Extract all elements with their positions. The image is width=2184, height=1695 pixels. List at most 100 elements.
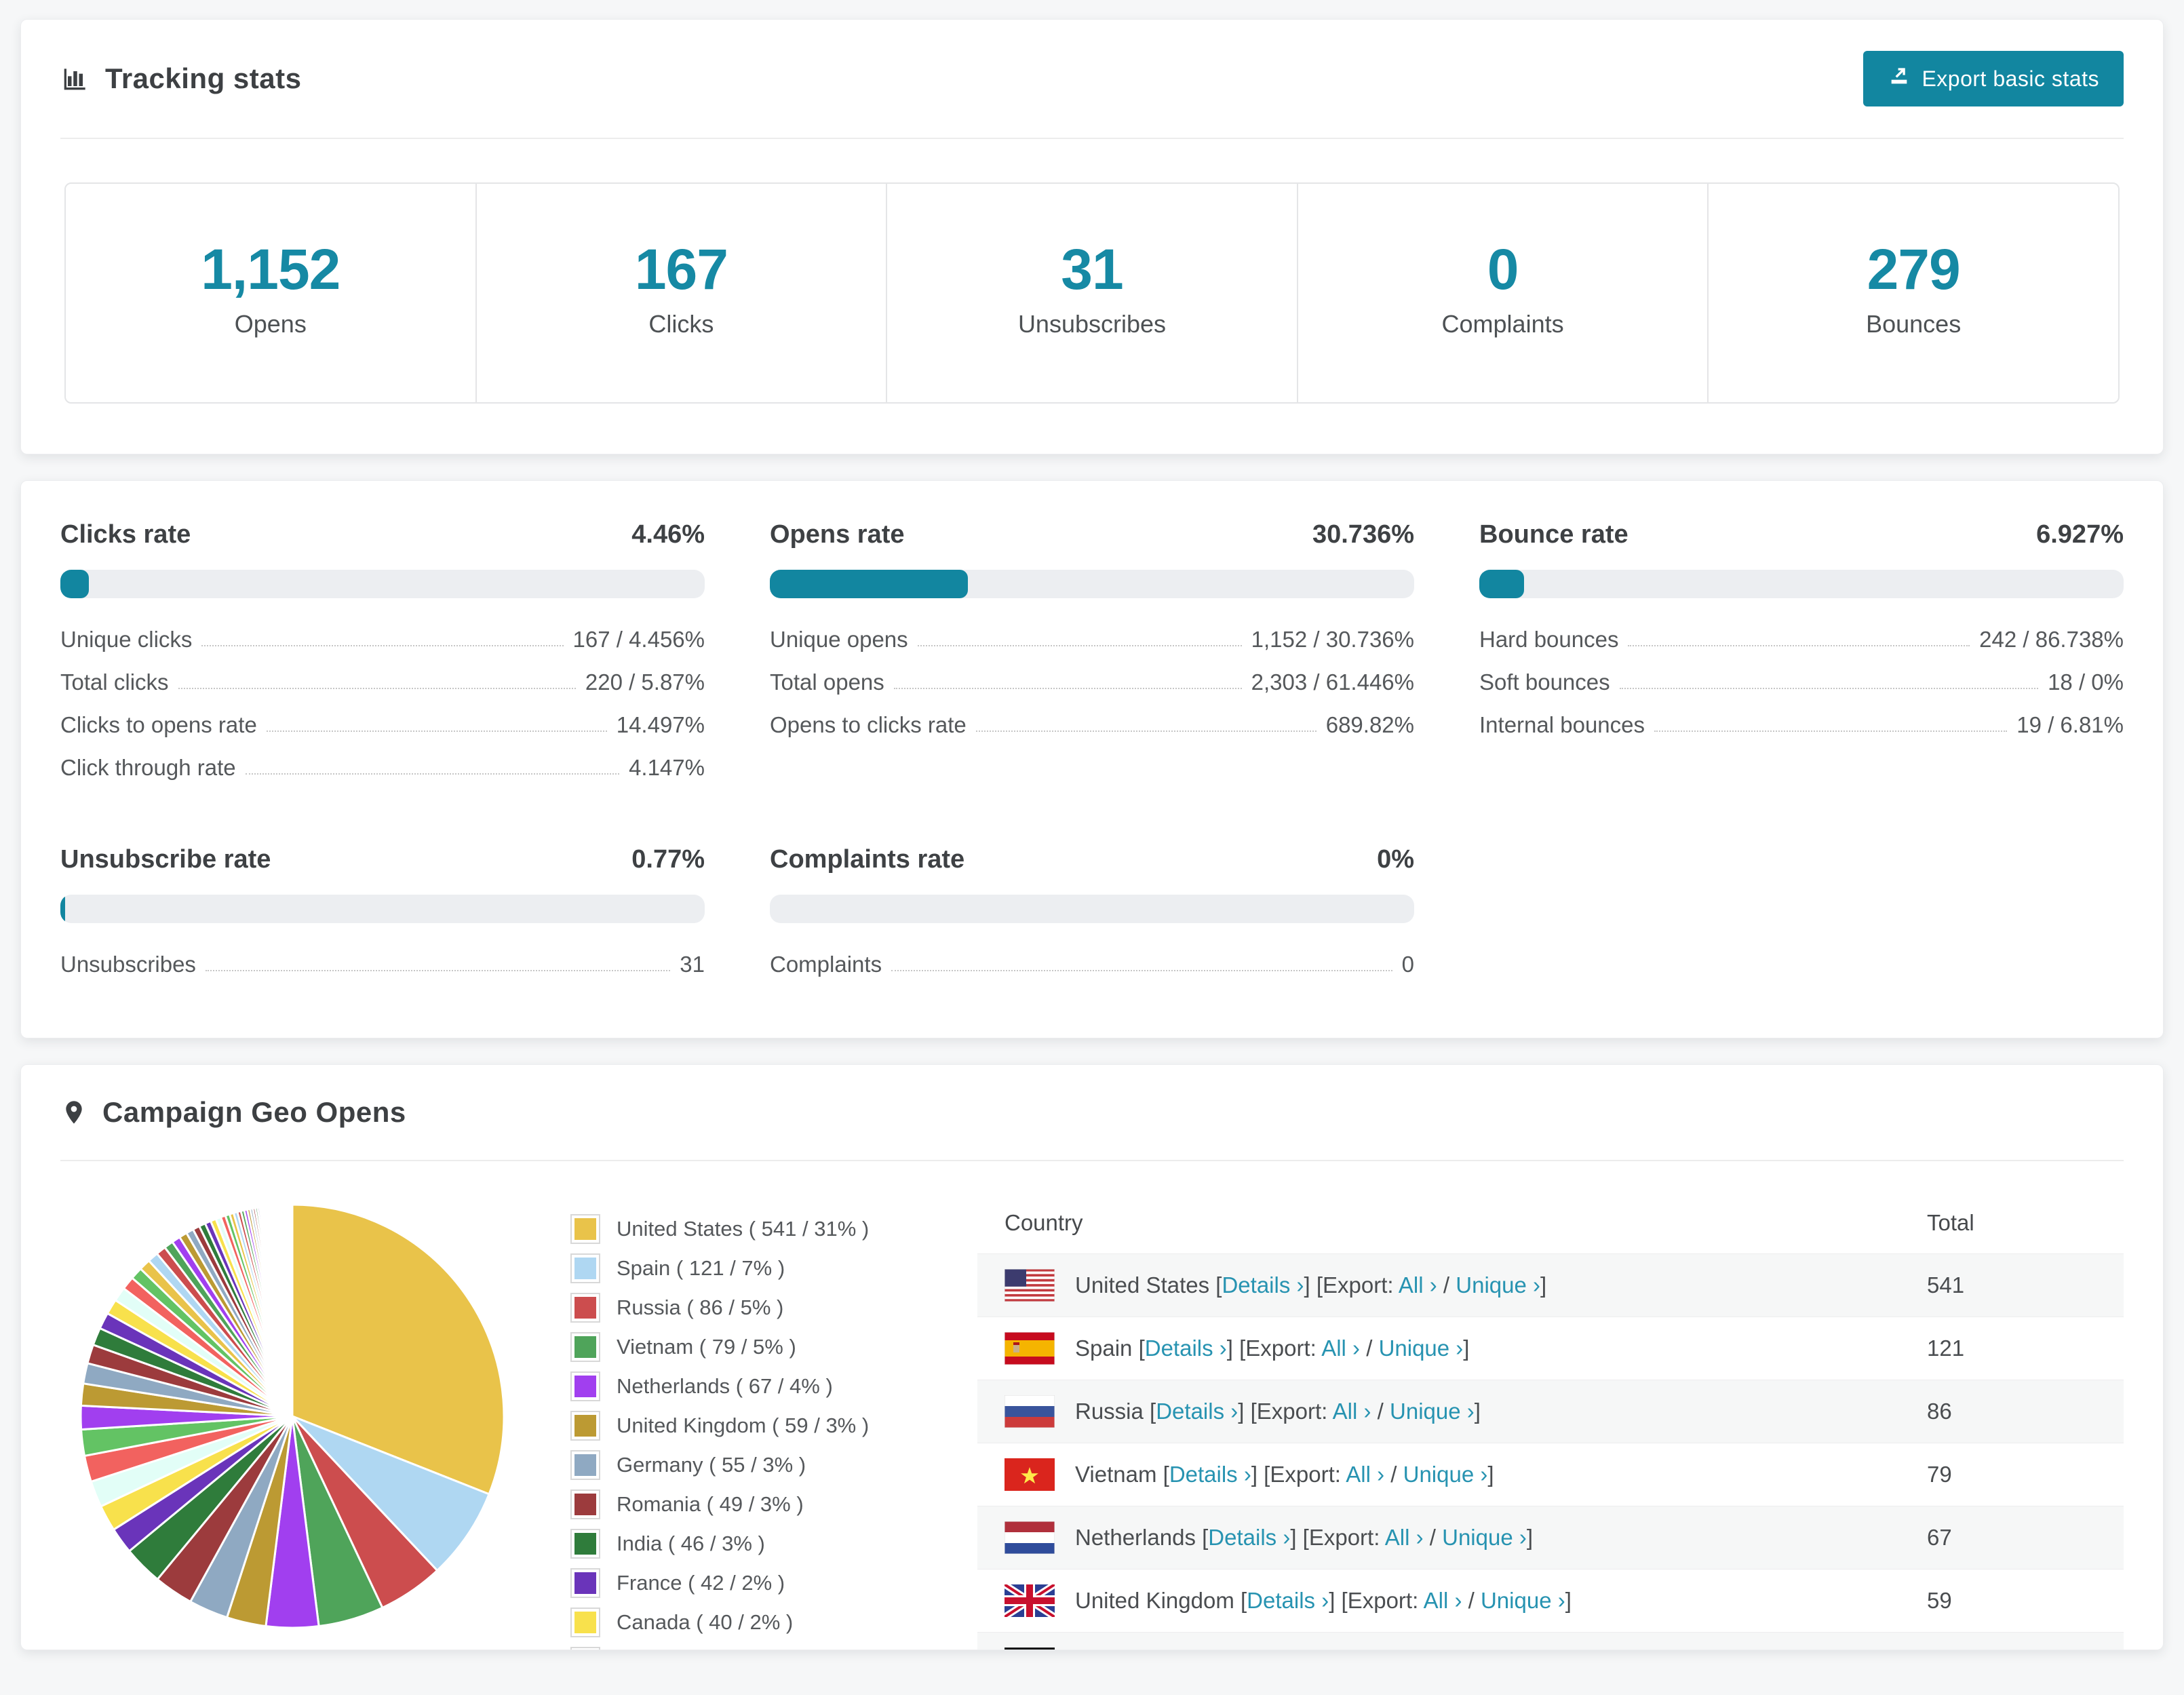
country-name: Netherlands [1075, 1525, 1196, 1550]
summary-stat: 279 Bounces [1707, 184, 2118, 402]
stat-value: 31 [1061, 237, 1123, 301]
geo-header: Campaign Geo Opens [60, 1065, 2124, 1161]
geo-legend: United States ( 541 / 31% ) Spain ( 121 … [570, 1214, 950, 1650]
legend-label: Netherlands ( 67 / 4% ) [617, 1374, 833, 1398]
metric-value: 4.147% [629, 755, 705, 780]
export-unique-link[interactable]: Unique › [1442, 1525, 1527, 1550]
table-row: Germany [Details ›] [Export: All › / Uni… [977, 1632, 2124, 1650]
metric-label: Complaints [770, 952, 882, 977]
metric-leader [1619, 688, 2039, 689]
legend-label: Romania ( 49 / 3% ) [617, 1492, 804, 1516]
metric-label: Total clicks [60, 669, 169, 695]
table-row: Spain [Details ›] [Export: All › / Uniqu… [977, 1317, 2124, 1380]
rate-value: 4.46% [631, 520, 705, 549]
export-basic-stats-button[interactable]: Export basic stats [1863, 51, 2124, 106]
tracking-stats-title-wrap: Tracking stats [60, 62, 301, 95]
export-unique-link[interactable]: Unique › [1390, 1399, 1475, 1424]
legend-label: United Kingdom ( 59 / 3% ) [617, 1414, 870, 1437]
campaign-geo-opens-card: Campaign Geo Opens United States ( 541 /… [20, 1064, 2164, 1650]
export-all-link[interactable]: All › [1346, 1462, 1384, 1487]
rate-value: 0.77% [631, 845, 705, 874]
export-all-link[interactable]: All › [1333, 1399, 1371, 1424]
metric-leader [201, 645, 564, 646]
total-value: 67 [1927, 1525, 1952, 1550]
rate-panel: Bounce rate 6.927% Hard bounces 242 / 86… [1479, 520, 2124, 798]
tracking-stats-title: Tracking stats [105, 62, 302, 94]
details-link[interactable]: Details › [1156, 1399, 1238, 1424]
summary-stats: 1,152 Opens 167 Clicks 31 Unsubscribes 0… [64, 182, 2120, 404]
legend-swatch [570, 1568, 600, 1598]
details-link[interactable]: Details › [1222, 1272, 1304, 1298]
legend-item: Canada ( 40 / 2% ) [570, 1608, 950, 1637]
metric-value: 14.497% [616, 712, 705, 737]
export-all-link[interactable]: All › [1399, 1272, 1437, 1298]
legend-item: Spain ( 121 / 7% ) [570, 1253, 950, 1283]
metric-label: Unsubscribes [60, 952, 196, 977]
metric-value: 31 [680, 952, 705, 977]
country-name: Russia [1075, 1399, 1144, 1424]
metric-leader [917, 645, 1242, 646]
rate-value: 0% [1377, 845, 1414, 874]
legend-swatch [570, 1450, 600, 1480]
rate-progress-track [770, 570, 1414, 598]
legend-item: Romania ( 49 / 3% ) [570, 1489, 950, 1519]
rate-progress-fill [1479, 570, 1524, 598]
export-unique-link[interactable]: Unique › [1403, 1462, 1488, 1487]
table-row: United Kingdom [Details ›] [Export: All … [977, 1569, 2124, 1632]
flag-de-icon [1005, 1648, 1055, 1650]
legend-swatch [570, 1214, 600, 1244]
total-value: 121 [1927, 1336, 1965, 1361]
details-link[interactable]: Details › [1145, 1336, 1227, 1361]
geo-content: United States ( 541 / 31% ) Spain ( 121 … [21, 1161, 2163, 1650]
tracking-stats-header: Tracking stats Export basic stats [60, 20, 2124, 139]
legend-swatch [570, 1253, 600, 1283]
export-unique-link[interactable]: Unique › [1379, 1336, 1464, 1361]
metric-row: Click through rate 4.147% [60, 755, 705, 781]
rate-panel: Clicks rate 4.46% Unique clicks 167 / 4.… [60, 520, 705, 798]
summary-stat: 31 Unsubscribes [886, 184, 1297, 402]
export-unique-link[interactable]: Unique › [1456, 1272, 1540, 1298]
total-value: 541 [1927, 1272, 1965, 1298]
total-value: 79 [1927, 1462, 1952, 1487]
legend-item: Germany ( 55 / 3% ) [570, 1450, 950, 1480]
details-link[interactable]: Details › [1247, 1588, 1329, 1613]
export-all-link[interactable]: All › [1321, 1336, 1360, 1361]
legend-label: Vietnam ( 79 / 5% ) [617, 1335, 796, 1359]
table-row: Russia [Details ›] [Export: All › / Uniq… [977, 1380, 2124, 1443]
map-pin-icon [60, 1097, 87, 1127]
metric-row: Hard bounces 242 / 86.738% [1479, 627, 2124, 652]
country-line: Netherlands [Details ›] [Export: All › /… [1075, 1525, 1534, 1550]
country-name: United States [1075, 1272, 1210, 1298]
country-line: United Kingdom [Details ›] [Export: All … [1075, 1588, 1572, 1613]
geo-title: Campaign Geo Opens [102, 1096, 406, 1128]
rate-title: Bounce rate [1479, 520, 1629, 549]
summary-stat: 1,152 Opens [66, 184, 475, 402]
geo-title-wrap: Campaign Geo Opens [60, 1096, 406, 1129]
metric-value: 689.82% [1325, 712, 1414, 737]
metric-label: Hard bounces [1479, 627, 1619, 652]
export-all-link[interactable]: All › [1385, 1525, 1424, 1550]
geo-pie-chart[interactable] [50, 1192, 543, 1643]
rate-progress-track [60, 895, 705, 923]
rate-title: Unsubscribe rate [60, 845, 271, 874]
legend-label: France ( 42 / 2% ) [617, 1571, 785, 1595]
flag-us-icon [1004, 1268, 1055, 1302]
legend-label: Spain ( 121 / 7% ) [617, 1256, 785, 1280]
details-link[interactable]: Details › [1208, 1525, 1290, 1550]
details-link[interactable]: Details › [1169, 1462, 1251, 1487]
metric-row: Total opens 2,303 / 61.446% [770, 669, 1414, 695]
metric-leader [205, 970, 671, 971]
export-unique-link[interactable]: Unique › [1481, 1588, 1565, 1613]
bar-chart-icon [60, 64, 90, 94]
rate-value: 6.927% [2036, 520, 2124, 549]
export-all-link[interactable]: All › [1424, 1588, 1462, 1613]
metric-label: Click through rate [60, 755, 236, 780]
legend-swatch [570, 1489, 600, 1519]
metric-value: 18 / 0% [2048, 669, 2124, 695]
legend-item: United Kingdom ( 59 / 3% ) [570, 1411, 950, 1441]
rate-progress-fill [60, 895, 66, 923]
rate-metric-rows: Unsubscribes 31 [60, 952, 705, 977]
legend-swatch [570, 1608, 600, 1637]
flag-gb-icon [1002, 1581, 1057, 1620]
metric-label: Opens to clicks rate [770, 712, 967, 737]
